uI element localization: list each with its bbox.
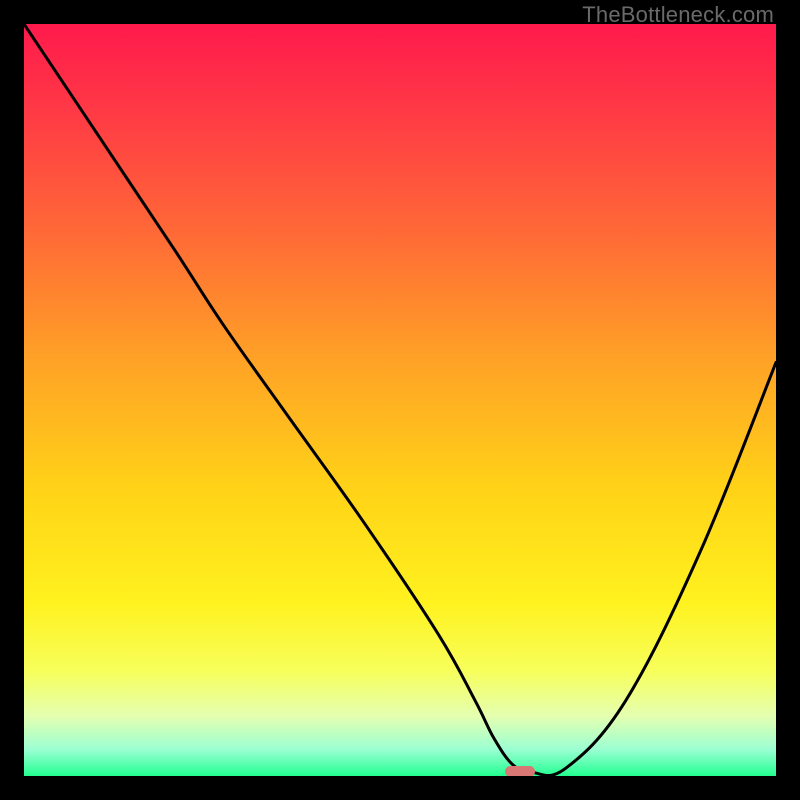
bottleneck-curve xyxy=(24,24,776,776)
chart-frame: TheBottleneck.com xyxy=(0,0,800,800)
watermark-text: TheBottleneck.com xyxy=(582,2,774,28)
plot-area xyxy=(24,24,776,776)
minimum-marker xyxy=(505,766,535,776)
